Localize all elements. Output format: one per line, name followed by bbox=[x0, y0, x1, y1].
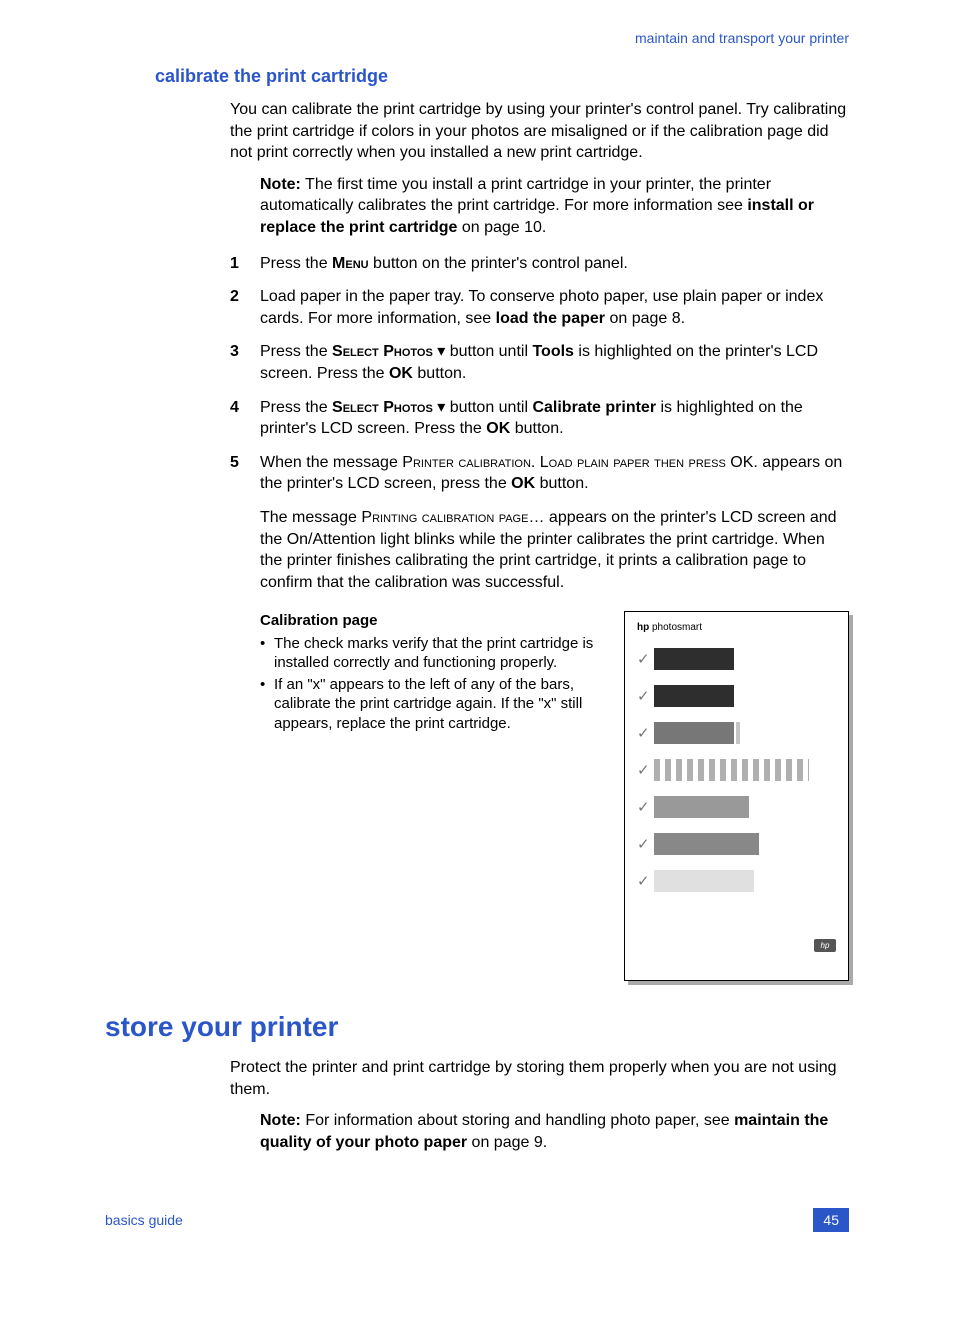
cal-row: ✓ bbox=[637, 721, 836, 744]
note-label: Note: bbox=[260, 176, 301, 193]
brand-bold: hp bbox=[637, 622, 649, 633]
bullet-item: • The check marks verify that the print … bbox=[260, 634, 606, 673]
step-4: 4 Press the Select Photos ▾ button until… bbox=[230, 397, 849, 440]
hp-logo-icon: hp bbox=[814, 939, 836, 952]
cal-bar bbox=[654, 870, 754, 892]
step-text: Press the bbox=[260, 343, 332, 360]
check-icon: ✓ bbox=[637, 761, 654, 779]
step-body: Press the Select Photos ▾ button until T… bbox=[260, 341, 849, 384]
note-block-2: Note: For information about storing and … bbox=[260, 1110, 849, 1153]
ok-button-label: OK bbox=[486, 420, 510, 437]
cal-row: ✓ bbox=[637, 832, 836, 855]
page: maintain and transport your printer cali… bbox=[0, 0, 954, 1260]
step-body: Press the Select Photos ▾ button until C… bbox=[260, 397, 849, 440]
step-text: button until bbox=[445, 343, 532, 360]
calibration-section: Calibration page • The check marks verif… bbox=[260, 611, 849, 981]
step-text: button. bbox=[413, 365, 466, 382]
calibration-title: Calibration page bbox=[260, 611, 606, 631]
step-text: Press the bbox=[260, 255, 332, 272]
cal-row: ✓ bbox=[637, 758, 836, 781]
step-text: button on the printer's control panel. bbox=[369, 255, 628, 272]
step-number: 5 bbox=[230, 452, 260, 495]
step-text: Press the bbox=[260, 399, 332, 416]
cal-bar-dashed bbox=[654, 759, 809, 781]
store-intro: Protect the printer and print cartridge … bbox=[230, 1057, 849, 1100]
step-text: on page 8. bbox=[605, 310, 685, 327]
step-1: 1 Press the Menu button on the printer's… bbox=[230, 253, 849, 275]
cal-bar bbox=[654, 648, 734, 670]
result-text: The message bbox=[260, 509, 361, 526]
lcd-message: Printing calibration page… bbox=[361, 509, 544, 526]
check-icon: ✓ bbox=[637, 798, 654, 816]
note-block-1: Note: The first time you install a print… bbox=[260, 174, 849, 239]
check-icon: ✓ bbox=[637, 650, 654, 668]
step-number: 4 bbox=[230, 397, 260, 440]
select-photos-button-label: Select Photos bbox=[332, 399, 433, 416]
step-number: 2 bbox=[230, 286, 260, 329]
result-paragraph: The message Printing calibration page… a… bbox=[260, 507, 849, 593]
calibration-page-figure: hp photosmart ✓ ✓ ✓ ✓ ✓ ✓ ✓ hp bbox=[624, 611, 849, 981]
step-body: When the message Printer calibration. Lo… bbox=[260, 452, 849, 495]
note-text: on page 9. bbox=[467, 1134, 547, 1151]
cal-bar bbox=[654, 685, 734, 707]
note-text: For information about storing and handli… bbox=[301, 1112, 734, 1129]
cal-bar bbox=[654, 796, 749, 818]
ok-button-label: OK bbox=[389, 365, 413, 382]
step-2: 2 Load paper in the paper tray. To conse… bbox=[230, 286, 849, 329]
step-number: 1 bbox=[230, 253, 260, 275]
step-text: button. bbox=[510, 420, 563, 437]
step-text: When the message bbox=[260, 454, 402, 471]
page-number: 45 bbox=[813, 1208, 849, 1232]
lcd-message: Printer calibration. Load plain paper th… bbox=[402, 454, 730, 471]
footer-guide-name: basics guide bbox=[105, 1212, 183, 1228]
step-bold-ref: load the paper bbox=[496, 310, 605, 327]
note-label: Note: bbox=[260, 1112, 301, 1129]
note-text-1: The first time you install a print cartr… bbox=[260, 176, 771, 215]
bullet-text: The check marks verify that the print ca… bbox=[274, 634, 606, 673]
step-bold: Tools bbox=[532, 343, 573, 360]
intro-paragraph: You can calibrate the print cartridge by… bbox=[230, 99, 849, 164]
step-body: Load paper in the paper tray. To conserv… bbox=[260, 286, 849, 329]
cal-row: ✓ bbox=[637, 869, 836, 892]
step-text: button until bbox=[445, 399, 532, 416]
step-bold: Calibrate printer bbox=[532, 399, 656, 416]
calibration-text: Calibration page • The check marks verif… bbox=[260, 611, 606, 981]
section-heading-store: store your printer bbox=[105, 1011, 849, 1043]
check-icon: ✓ bbox=[637, 835, 654, 853]
note-text-2: on page 10. bbox=[457, 219, 546, 236]
subsection-heading-calibrate: calibrate the print cartridge bbox=[155, 66, 849, 87]
step-number: 3 bbox=[230, 341, 260, 384]
step-5: 5 When the message Printer calibration. … bbox=[230, 452, 849, 495]
step-text: button. bbox=[535, 475, 588, 492]
menu-button-label: Menu bbox=[332, 255, 369, 272]
ok-button-label: OK bbox=[511, 475, 535, 492]
check-icon: ✓ bbox=[637, 687, 654, 705]
header-section: maintain and transport your printer bbox=[105, 30, 849, 46]
step-3: 3 Press the Select Photos ▾ button until… bbox=[230, 341, 849, 384]
page-footer: basics guide 45 bbox=[105, 1208, 849, 1232]
bullet-icon: • bbox=[260, 634, 274, 673]
bullet-text: If an "x" appears to the left of any of … bbox=[274, 675, 606, 734]
brand-rest: photosmart bbox=[649, 622, 702, 633]
calibration-brand: hp photosmart bbox=[637, 622, 836, 633]
lcd-message-ok: OK. bbox=[730, 454, 758, 471]
cal-bar bbox=[654, 833, 759, 855]
cal-row: ✓ bbox=[637, 647, 836, 670]
check-icon: ✓ bbox=[637, 872, 654, 890]
check-icon: ✓ bbox=[637, 724, 654, 742]
bullet-item: • If an "x" appears to the left of any o… bbox=[260, 675, 606, 734]
cal-row: ✓ bbox=[637, 684, 836, 707]
cal-bar bbox=[654, 722, 734, 744]
select-photos-button-label: Select Photos bbox=[332, 343, 433, 360]
cal-row: ✓ bbox=[637, 795, 836, 818]
step-body: Press the Menu button on the printer's c… bbox=[260, 253, 849, 275]
bullet-icon: • bbox=[260, 675, 274, 734]
